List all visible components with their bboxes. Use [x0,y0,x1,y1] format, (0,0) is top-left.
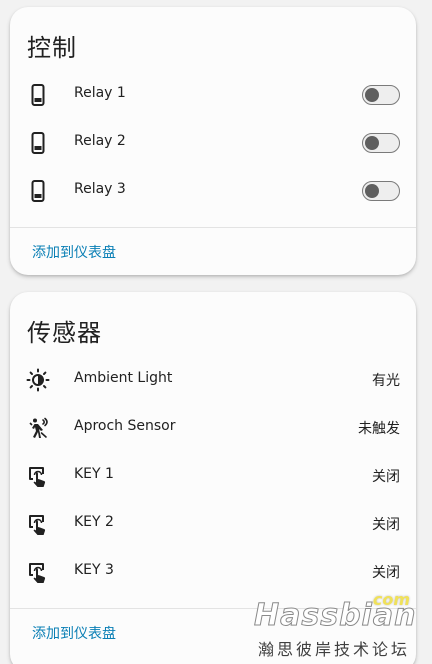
motion-sensor-icon [29,417,48,438]
entity-label: Ambient Light [74,370,173,386]
phone-icon [31,180,45,202]
sensors-card: 传感器 Ambient Light 有光 Aproch Sensor 未触发 K… [10,292,416,664]
entity-row-relay-1[interactable]: Relay 1 [10,71,416,119]
relay-1-toggle[interactable] [362,85,400,105]
add-to-dashboard-button[interactable]: 添加到仪表盘 [32,242,116,262]
sensors-card-title: 传感器 [27,319,102,347]
brightness-icon [26,368,50,392]
toggle-knob [365,184,379,198]
entity-state: 有光 [372,373,400,389]
controls-card: 控制 Relay 1 Relay 2 Relay 3 添加到仪表盘 [10,7,416,275]
card-divider [10,227,416,228]
entity-row-relay-3[interactable]: Relay 3 [10,167,416,215]
card-divider [10,608,416,609]
entity-label: Relay 2 [74,133,126,149]
gesture-tap-icon [29,515,46,535]
gesture-tap-icon [29,563,46,583]
entity-label: KEY 2 [74,514,114,530]
entity-label: KEY 1 [74,466,114,482]
entity-state: 关闭 [372,517,400,533]
relay-3-toggle[interactable] [362,181,400,201]
phone-icon [31,132,45,154]
entity-state: 未触发 [358,421,400,437]
entity-row-key-3[interactable]: KEY 3 关闭 [10,548,416,596]
controls-card-title: 控制 [27,34,77,62]
page: 控制 Relay 1 Relay 2 Relay 3 添加到仪表盘 传感器 Am… [0,0,432,664]
entity-row-key-1[interactable]: KEY 1 关闭 [10,452,416,500]
entity-row-relay-2[interactable]: Relay 2 [10,119,416,167]
entity-label: Relay 1 [74,85,126,101]
entity-row-aproch-sensor[interactable]: Aproch Sensor 未触发 [10,404,416,452]
gesture-tap-icon [29,467,46,487]
phone-icon [31,84,45,106]
entity-state: 关闭 [372,565,400,581]
entity-state: 关闭 [372,469,400,485]
entity-label: Relay 3 [74,181,126,197]
add-to-dashboard-button[interactable]: 添加到仪表盘 [32,623,116,643]
toggle-knob [365,88,379,102]
entity-label: Aproch Sensor [74,418,176,434]
entity-row-ambient-light[interactable]: Ambient Light 有光 [10,356,416,404]
entity-row-key-2[interactable]: KEY 2 关闭 [10,500,416,548]
relay-2-toggle[interactable] [362,133,400,153]
toggle-knob [365,136,379,150]
entity-label: KEY 3 [74,562,114,578]
